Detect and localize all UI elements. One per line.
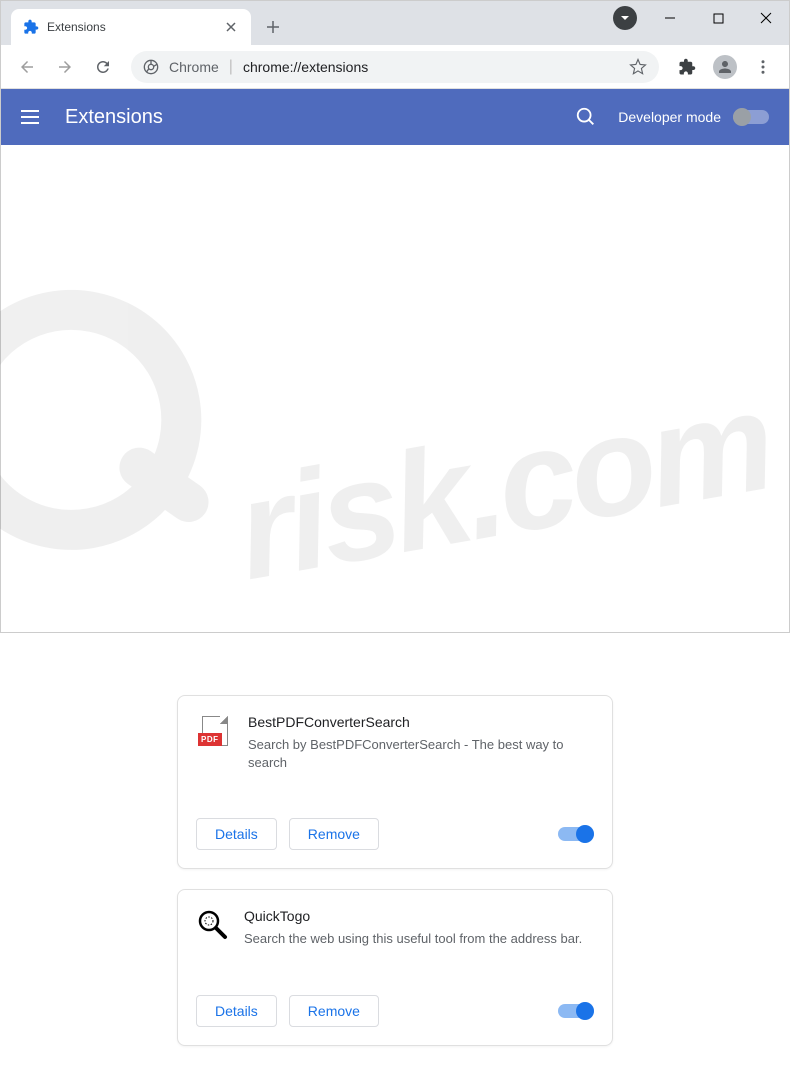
tab-search-button[interactable] (613, 6, 637, 30)
omnibox-url: chrome://extensions (243, 59, 368, 75)
extension-toggle[interactable] (558, 827, 594, 841)
address-bar[interactable]: Chrome | chrome://extensions (131, 51, 659, 83)
pdf-icon: PDF (196, 714, 232, 750)
extensions-toolbar-icon[interactable] (671, 51, 703, 83)
omnibox-scheme: Chrome (169, 59, 219, 75)
menu-button[interactable] (747, 51, 779, 83)
close-icon[interactable] (223, 19, 239, 35)
close-window-button[interactable] (751, 3, 781, 33)
forward-button[interactable] (49, 51, 81, 83)
remove-button[interactable]: Remove (289, 995, 379, 1027)
extension-card: QuickTogo Search the web using this usef… (177, 889, 613, 1045)
developer-mode-toggle[interactable] (733, 110, 769, 124)
extensions-list: risk.com PDF BestPDFConverterSearch Sear… (1, 145, 789, 1076)
search-icon[interactable] (574, 105, 598, 129)
profile-button[interactable] (709, 51, 741, 83)
minimize-button[interactable] (655, 3, 685, 33)
page-title: Extensions (65, 106, 574, 129)
reload-button[interactable] (87, 51, 119, 83)
extension-name: BestPDFConverterSearch (248, 714, 594, 730)
extension-description: Search by BestPDFConverterSearch - The b… (248, 736, 594, 772)
chrome-icon (143, 59, 159, 75)
browser-toolbar: Chrome | chrome://extensions (1, 45, 789, 89)
details-button[interactable]: Details (196, 818, 277, 850)
maximize-button[interactable] (703, 3, 733, 33)
omnibox-divider: | (229, 58, 233, 76)
extensions-icon (23, 19, 39, 35)
developer-mode-label: Developer mode (618, 109, 721, 125)
extension-name: QuickTogo (244, 908, 582, 924)
extension-card: PDF BestPDFConverterSearch Search by Bes… (177, 695, 613, 869)
menu-icon[interactable] (21, 105, 45, 129)
window-controls (613, 3, 781, 33)
extension-toggle[interactable] (558, 1004, 594, 1018)
browser-tab[interactable]: Extensions (11, 9, 251, 45)
magnifier-icon (196, 908, 228, 940)
extension-description: Search the web using this useful tool fr… (244, 930, 582, 948)
new-tab-button[interactable] (259, 13, 287, 41)
window-titlebar: Extensions (1, 1, 789, 45)
remove-button[interactable]: Remove (289, 818, 379, 850)
details-button[interactable]: Details (196, 995, 277, 1027)
tab-title: Extensions (47, 20, 215, 34)
avatar-icon (713, 55, 737, 79)
extensions-header: Extensions Developer mode (1, 89, 789, 145)
back-button[interactable] (11, 51, 43, 83)
bookmark-icon[interactable] (629, 58, 647, 76)
